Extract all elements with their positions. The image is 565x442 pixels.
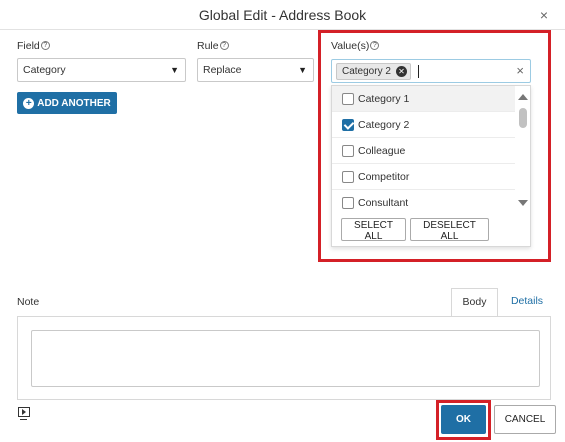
- option-label: Competitor: [358, 171, 410, 183]
- checkbox[interactable]: [342, 93, 354, 105]
- checkbox[interactable]: [342, 171, 354, 183]
- checkbox[interactable]: [342, 197, 354, 209]
- help-icon[interactable]: ?: [40, 41, 50, 50]
- option-label: Colleague: [358, 145, 406, 157]
- select-all-button[interactable]: SELECT ALL: [341, 218, 406, 242]
- field-select[interactable]: Category ▼: [17, 58, 186, 82]
- checkbox[interactable]: [342, 145, 354, 157]
- rule-select-value: Replace: [203, 64, 242, 76]
- option-label: Category 1: [358, 93, 410, 105]
- option-label: Category 2: [358, 119, 410, 131]
- tab-body[interactable]: Body: [451, 288, 498, 316]
- add-another-label: ADD ANOTHER: [37, 97, 111, 109]
- note-panel: [17, 316, 551, 400]
- rule-label: Rule?: [197, 40, 229, 52]
- field-label: Field?: [17, 40, 50, 52]
- close-icon[interactable]: ×: [540, 7, 548, 23]
- note-textarea[interactable]: [31, 330, 540, 387]
- option-item[interactable]: Consultant: [332, 190, 515, 216]
- chevron-down-icon: ▼: [298, 65, 307, 75]
- clear-icon[interactable]: ×: [516, 63, 524, 78]
- chip-label: Category 2: [342, 66, 391, 77]
- cancel-button[interactable]: CANCEL: [494, 405, 556, 434]
- values-multiselect-input[interactable]: Category 2 ✕ ×: [331, 59, 531, 83]
- option-item[interactable]: Competitor: [332, 164, 515, 190]
- option-item[interactable]: Category 2: [332, 112, 515, 138]
- help-icon[interactable]: ?: [219, 41, 229, 50]
- dialog-title: Global Edit - Address Book: [198, 7, 367, 23]
- rule-label-text: Rule: [197, 40, 219, 52]
- plus-circle-icon: +: [23, 97, 35, 109]
- scroll-down-arrow-icon[interactable]: [518, 200, 528, 206]
- option-item[interactable]: Colleague: [332, 138, 515, 164]
- deselect-all-button[interactable]: DESELECT ALL: [410, 218, 489, 242]
- remove-chip-icon[interactable]: ✕: [396, 66, 407, 77]
- option-label: Consultant: [358, 197, 409, 209]
- scrollbar-thumb[interactable]: [519, 108, 527, 128]
- rule-select[interactable]: Replace ▼: [197, 58, 314, 82]
- note-label: Note: [17, 296, 40, 308]
- add-another-button[interactable]: + ADD ANOTHER: [17, 92, 117, 114]
- field-select-value: Category: [23, 64, 66, 76]
- chevron-down-icon: ▼: [170, 65, 179, 75]
- play-screen-icon[interactable]: [18, 407, 30, 420]
- tab-details[interactable]: Details: [503, 288, 551, 316]
- scroll-up-arrow-icon[interactable]: [518, 94, 528, 100]
- ok-button[interactable]: OK: [441, 405, 486, 434]
- field-label-text: Field: [17, 40, 40, 52]
- option-item[interactable]: Category 1: [332, 86, 515, 112]
- selected-value-chip: Category 2 ✕: [336, 63, 411, 80]
- dialog-titlebar: Global Edit - Address Book ×: [0, 0, 565, 30]
- checkbox-checked[interactable]: [342, 119, 354, 131]
- text-cursor: [418, 65, 419, 78]
